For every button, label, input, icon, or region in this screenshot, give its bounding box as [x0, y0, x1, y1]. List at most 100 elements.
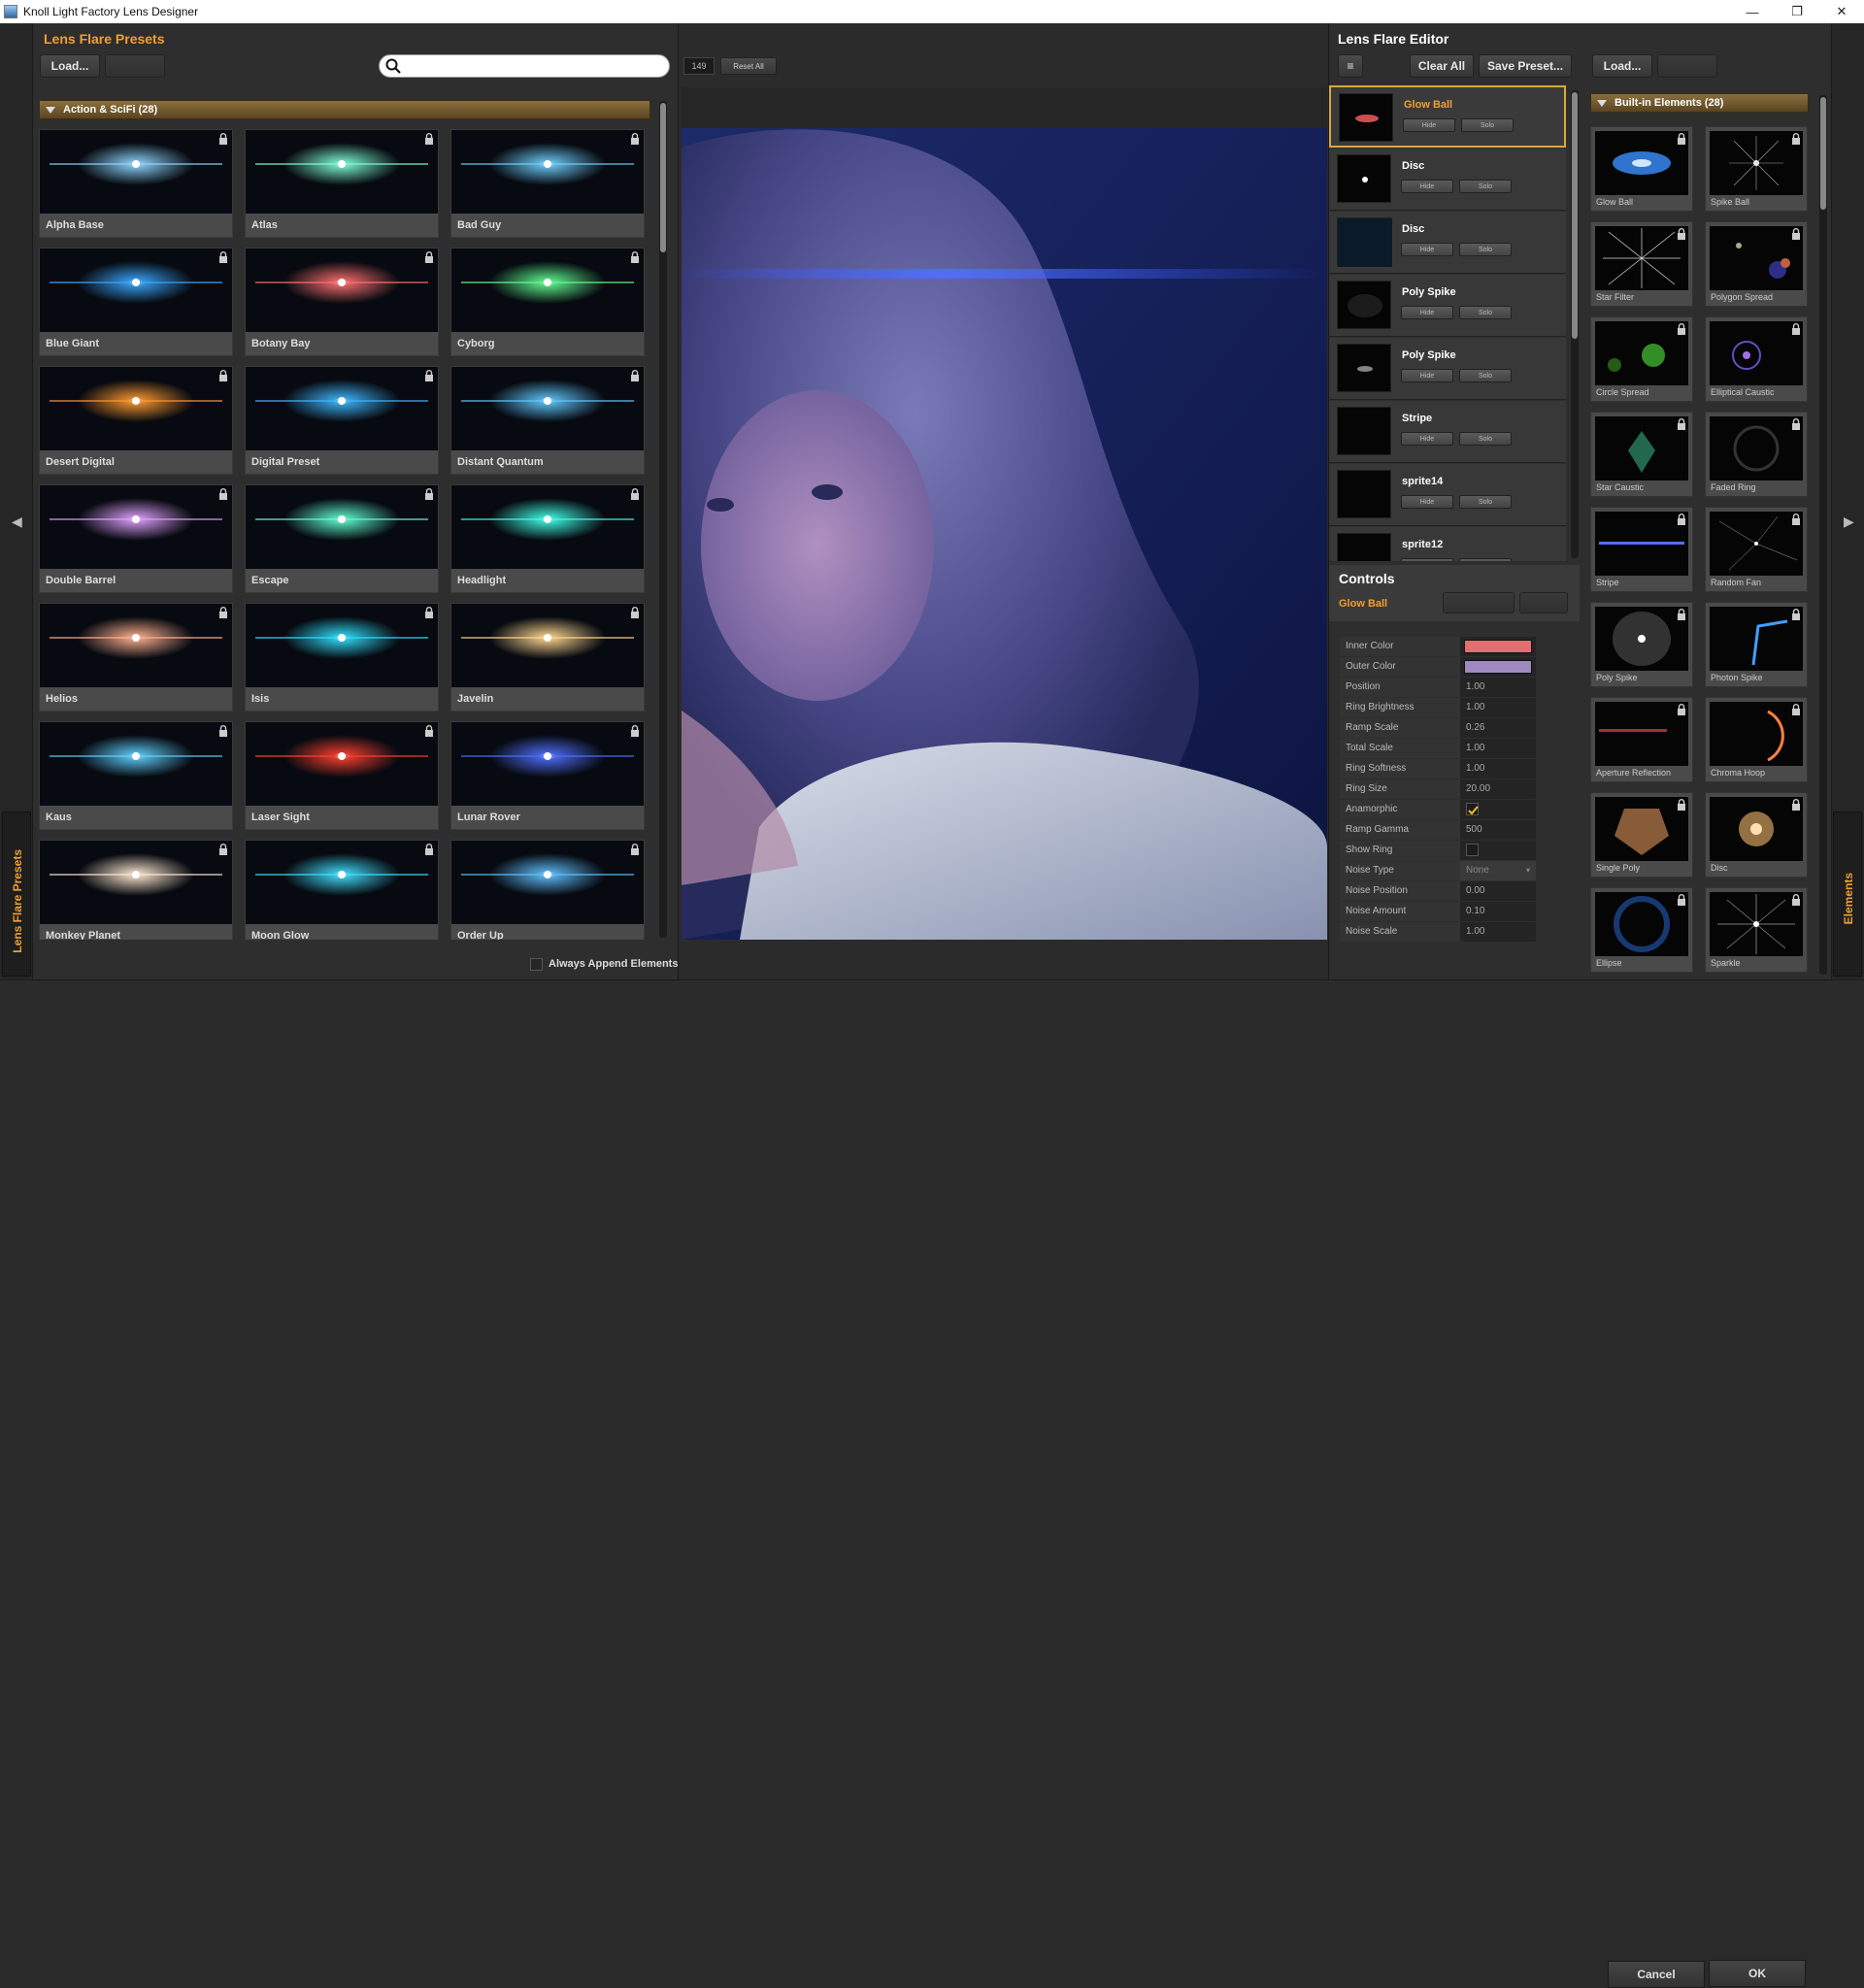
element-stack-scrollbar[interactable] — [1571, 90, 1579, 558]
preset-tile[interactable]: Helios — [39, 603, 233, 712]
preset-tile[interactable]: Escape — [245, 484, 439, 593]
preset-group-header[interactable]: Action & SciFi (28) — [39, 100, 650, 119]
builtin-element-tile[interactable]: Poly Spike — [1590, 602, 1693, 687]
builtin-element-tile[interactable]: Polygon Spread — [1705, 221, 1808, 307]
control-value[interactable]: 0.00 — [1460, 881, 1536, 901]
element-stack-row[interactable]: Disc Hide Solo — [1329, 149, 1566, 211]
builtin-element-tile[interactable]: Chroma Hoop — [1705, 697, 1808, 782]
presets-side-tab[interactable]: Lens Flare Presets — [2, 812, 31, 977]
preset-tile[interactable]: Botany Bay — [245, 248, 439, 356]
solo-button[interactable]: Solo — [1459, 558, 1512, 561]
element-stack-row[interactable]: Poly Spike Hide Solo — [1329, 338, 1566, 400]
collapse-right-arrow-icon[interactable]: ▶ — [1844, 514, 1854, 530]
presets-disabled-button[interactable] — [105, 54, 165, 78]
element-stack-row[interactable]: sprite14 Hide Solo — [1329, 464, 1566, 526]
close-button[interactable]: ✕ — [1819, 0, 1864, 23]
element-stack-row[interactable]: Poly Spike Hide Solo — [1329, 275, 1566, 337]
preset-tile[interactable]: Isis — [245, 603, 439, 712]
preset-tile[interactable]: Laser Sight — [245, 721, 439, 830]
element-stack-row[interactable]: Stripe Hide Solo — [1329, 401, 1566, 463]
solo-button[interactable]: Solo — [1459, 369, 1512, 382]
reset-all-button[interactable]: Reset All — [720, 57, 777, 75]
preset-tile[interactable]: Distant Quantum — [450, 366, 645, 475]
preset-tile[interactable]: Lunar Rover — [450, 721, 645, 830]
controls-disabled-button-2[interactable] — [1519, 592, 1568, 613]
maximize-button[interactable]: ❐ — [1775, 0, 1819, 23]
builtin-element-tile[interactable]: Ellipse — [1590, 887, 1693, 973]
builtin-element-tile[interactable]: Star Caustic — [1590, 412, 1693, 497]
control-value[interactable]: 500 — [1460, 820, 1536, 840]
color-swatch[interactable] — [1464, 660, 1532, 674]
control-checkbox[interactable] — [1466, 844, 1479, 856]
noise-type-select[interactable]: None ▾ — [1460, 861, 1536, 880]
solo-button[interactable]: Solo — [1461, 118, 1514, 132]
minimize-button[interactable]: — — [1730, 0, 1775, 23]
builtin-element-tile[interactable]: Random Fan — [1705, 507, 1808, 592]
hide-button[interactable]: Hide — [1401, 558, 1453, 561]
hide-button[interactable]: Hide — [1401, 180, 1453, 193]
preset-tile[interactable]: Desert Digital — [39, 366, 233, 475]
control-value[interactable]: 0.26 — [1460, 718, 1536, 738]
editor-disabled-button[interactable] — [1657, 54, 1717, 78]
control-value[interactable]: 20.00 — [1460, 779, 1536, 799]
builtin-element-tile[interactable]: Spike Ball — [1705, 126, 1808, 212]
editor-menu-button[interactable]: ≡ — [1338, 54, 1363, 78]
always-append-checkbox[interactable] — [530, 958, 543, 971]
builtin-element-tile[interactable]: Circle Spread — [1590, 316, 1693, 402]
expand-triangle-icon[interactable] — [46, 106, 55, 114]
hide-button[interactable]: Hide — [1401, 495, 1453, 509]
hide-button[interactable]: Hide — [1401, 369, 1453, 382]
color-swatch-cell[interactable] — [1460, 637, 1536, 656]
builtin-element-tile[interactable]: Single Poly — [1590, 792, 1693, 878]
builtin-element-tile[interactable]: Stripe — [1590, 507, 1693, 592]
checkbox-cell[interactable] — [1460, 800, 1536, 819]
hide-button[interactable]: Hide — [1403, 118, 1455, 132]
builtin-element-tile[interactable]: Photon Spike — [1705, 602, 1808, 687]
clear-all-button[interactable]: Clear All — [1410, 54, 1474, 78]
solo-button[interactable]: Solo — [1459, 243, 1512, 256]
preset-scrollbar[interactable] — [659, 101, 667, 938]
element-stack-row[interactable]: Glow Ball Hide Solo — [1329, 85, 1566, 148]
builtin-element-tile[interactable]: Aperture Reflection — [1590, 697, 1693, 782]
solo-button[interactable]: Solo — [1459, 180, 1512, 193]
controls-disabled-button-1[interactable] — [1443, 592, 1514, 613]
control-value[interactable]: 0.10 — [1460, 902, 1536, 921]
element-stack-row[interactable]: sprite12 Hide Solo — [1329, 527, 1566, 561]
preset-tile[interactable]: Kaus — [39, 721, 233, 830]
builtin-element-tile[interactable]: Faded Ring — [1705, 412, 1808, 497]
solo-button[interactable]: Solo — [1459, 432, 1512, 446]
preset-tile[interactable]: Monkey Planet — [39, 840, 233, 940]
preset-tile[interactable]: Double Barrel — [39, 484, 233, 593]
preset-tile[interactable]: Atlas — [245, 129, 439, 238]
color-swatch-cell[interactable] — [1460, 657, 1536, 677]
search-input[interactable] — [379, 54, 670, 78]
builtin-element-tile[interactable]: Elliptical Caustic — [1705, 316, 1808, 402]
control-value[interactable]: 1.00 — [1460, 698, 1536, 717]
control-value[interactable]: 1.00 — [1460, 759, 1536, 779]
builtin-element-tile[interactable]: Sparkle — [1705, 887, 1808, 973]
preset-tile[interactable]: Digital Preset — [245, 366, 439, 475]
preset-tile[interactable]: Order Up — [450, 840, 645, 940]
control-checkbox[interactable] — [1466, 803, 1479, 815]
preset-tile[interactable]: Moon Glow — [245, 840, 439, 940]
element-stack-row[interactable]: Disc Hide Solo — [1329, 212, 1566, 274]
builtin-element-tile[interactable]: Star Filter — [1590, 221, 1693, 307]
cancel-button[interactable]: Cancel — [1608, 1961, 1705, 1988]
solo-button[interactable]: Solo — [1459, 495, 1512, 509]
preset-scrollbar-thumb[interactable] — [660, 103, 666, 252]
editor-load-button[interactable]: Load... — [1592, 54, 1652, 78]
hide-button[interactable]: Hide — [1401, 432, 1453, 446]
control-value[interactable]: 1.00 — [1460, 739, 1536, 758]
presets-load-button[interactable]: Load... — [40, 54, 100, 78]
builtin-scrollbar-thumb[interactable] — [1820, 97, 1826, 210]
builtin-element-tile[interactable]: Glow Ball — [1590, 126, 1693, 212]
color-swatch[interactable] — [1464, 640, 1532, 653]
preview-image[interactable] — [682, 128, 1327, 940]
collapse-left-arrow-icon[interactable]: ◀ — [12, 514, 22, 530]
control-value[interactable]: 1.00 — [1460, 678, 1536, 697]
preset-tile[interactable]: Alpha Base — [39, 129, 233, 238]
builtin-element-tile[interactable]: Disc — [1705, 792, 1808, 878]
save-preset-button[interactable]: Save Preset... — [1479, 54, 1572, 78]
element-stack-scrollbar-thumb[interactable] — [1572, 92, 1578, 339]
hide-button[interactable]: Hide — [1401, 306, 1453, 319]
